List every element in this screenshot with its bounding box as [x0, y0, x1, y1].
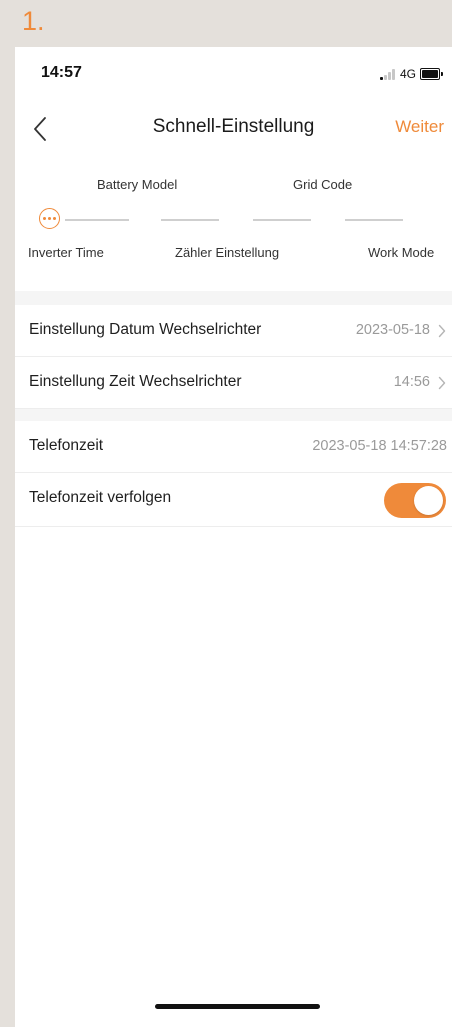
step-connector	[345, 219, 403, 221]
setup-progress-stepper: Battery Model Grid Code Inverter Time Zä…	[15, 167, 452, 277]
step-label-grid-code: Grid Code	[293, 177, 353, 192]
network-type: 4G	[399, 67, 416, 81]
phone-time-value: 2023-05-18 14:57:28	[312, 438, 447, 454]
step-connector	[253, 219, 311, 221]
battery-icon	[420, 68, 440, 80]
step-label-work-mode: Work Mode	[368, 245, 435, 260]
status-bar: 14:57 4G	[15, 47, 452, 105]
inverter-date-label: Einstellung Datum Wechselrichter	[29, 321, 262, 338]
chevron-right-icon	[438, 376, 446, 390]
battery-tip	[441, 72, 443, 76]
status-time: 14:57	[41, 64, 82, 81]
follow-phone-time-toggle[interactable]	[384, 483, 446, 518]
home-indicator[interactable]	[155, 1004, 320, 1009]
status-indicators: 4G	[379, 67, 443, 81]
phone-screen: 14:57 4G Schnell-Einstellung Weiter Batt…	[15, 47, 452, 1027]
step-number-label: 1.	[22, 6, 45, 36]
phone-time-row: Telefonzeit 2023-05-18 14:57:28	[15, 421, 452, 473]
follow-phone-time-row: Telefonzeit verfolgen	[15, 473, 452, 527]
inverter-time-label: Einstellung Zeit Wechselrichter	[29, 373, 242, 390]
step-connector	[65, 219, 129, 221]
next-button[interactable]: Weiter	[395, 117, 444, 137]
inverter-date-value: 2023-05-18	[355, 322, 430, 338]
step-label-meter-settings: Zähler Einstellung	[175, 245, 280, 260]
step-label-inverter-time: Inverter Time	[28, 245, 104, 260]
inverter-date-row[interactable]: Einstellung Datum Wechselrichter 2023-05…	[15, 305, 452, 357]
chevron-right-icon	[438, 324, 446, 338]
section-divider	[15, 409, 452, 421]
toggle-knob	[414, 486, 443, 515]
follow-phone-time-label: Telefonzeit verfolgen	[29, 489, 172, 506]
step-label-battery-model: Battery Model	[97, 177, 178, 192]
step-connector	[161, 219, 219, 221]
more-dots-icon	[39, 208, 60, 229]
navigation-bar: Schnell-Einstellung Weiter	[15, 107, 452, 151]
signal-icon	[379, 68, 396, 80]
inverter-time-row[interactable]: Einstellung Zeit Wechselrichter 14:56	[15, 357, 452, 409]
phone-time-label: Telefonzeit	[29, 437, 104, 454]
inverter-time-value: 14:56	[393, 374, 430, 390]
page-title: Schnell-Einstellung	[152, 116, 315, 137]
